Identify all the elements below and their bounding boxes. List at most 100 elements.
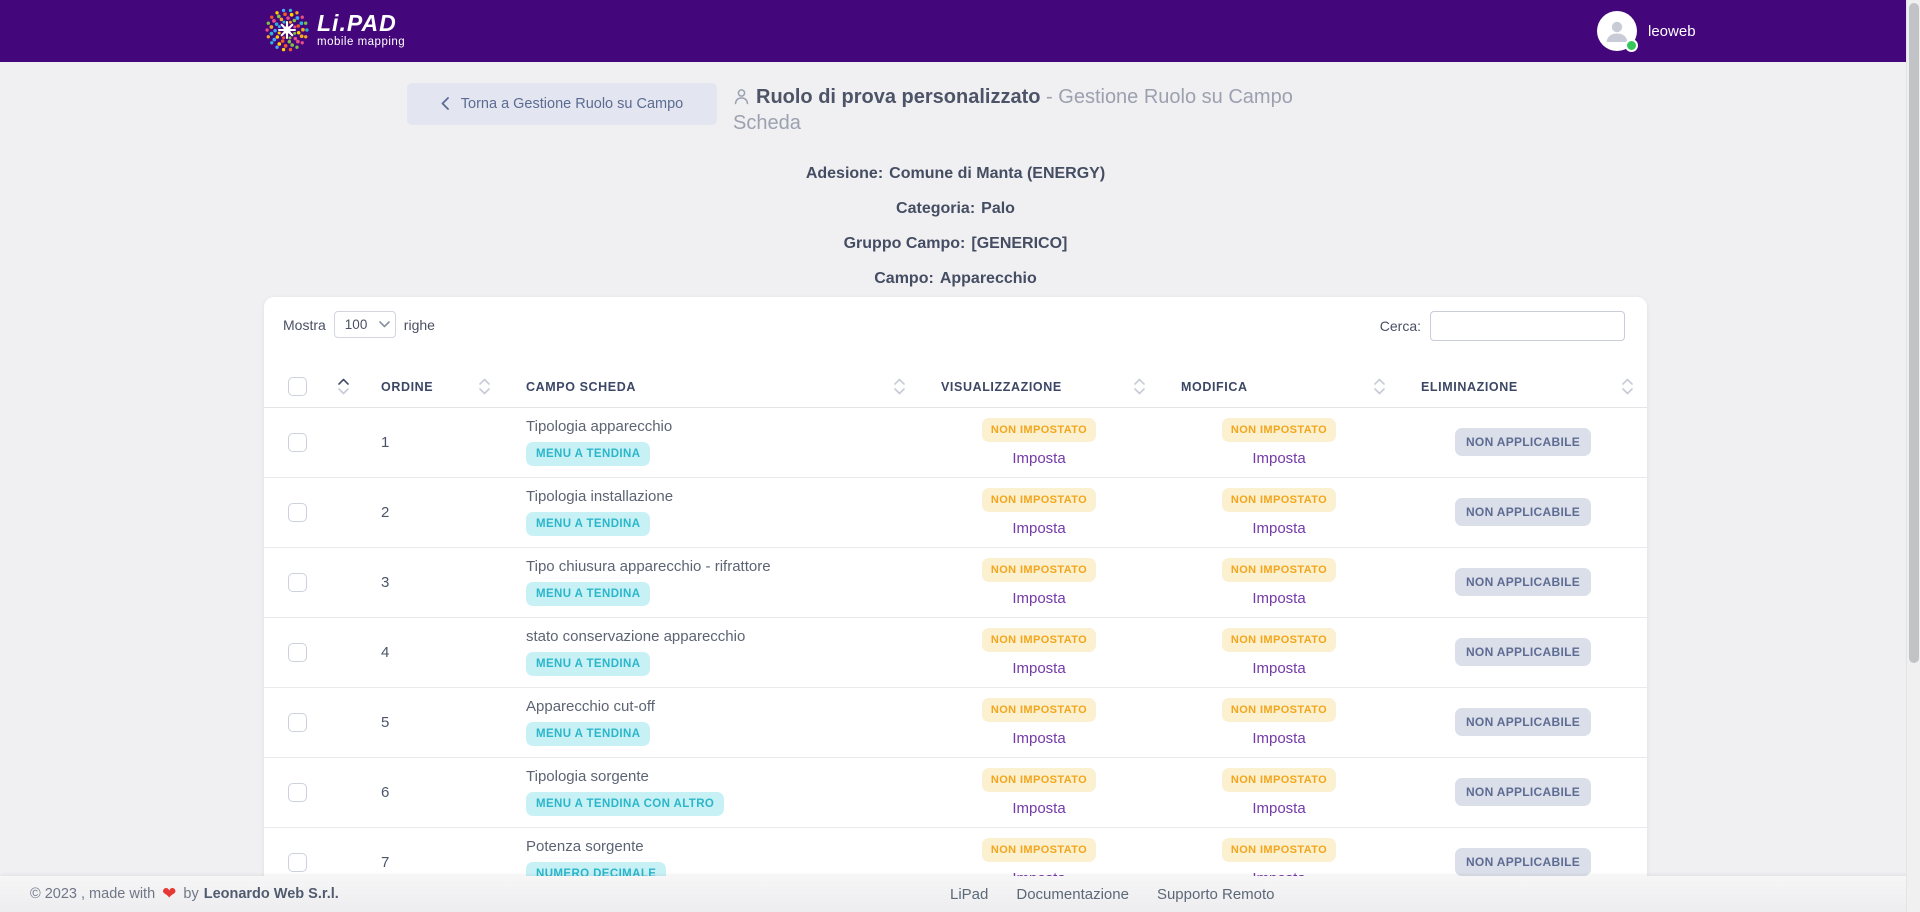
search-input[interactable]	[1430, 311, 1625, 341]
footer-links: LiPad Documentazione Supporto Remoto	[950, 876, 1275, 912]
header-modifica[interactable]: MODIFICA	[1159, 367, 1399, 407]
campo-scheda-cell: Tipologia installazione MENU A TENDINA	[504, 477, 919, 547]
campo-scheda-cell: Apparecchio cut-off MENU A TENDINA	[504, 687, 919, 757]
imposta-modifica-link[interactable]: Imposta	[1159, 800, 1399, 817]
header-visualizzazione[interactable]: VISUALIZZAZIONE	[919, 367, 1159, 407]
imposta-modifica-link[interactable]: Imposta	[1159, 520, 1399, 537]
imposta-visualizzazione-link[interactable]: Imposta	[919, 520, 1159, 537]
visualizzazione-cell: NON IMPOSTATO Imposta	[919, 757, 1159, 827]
row-checkbox[interactable]	[288, 573, 307, 592]
lipad-logo[interactable]: Li.PAD mobile mapping	[264, 7, 405, 53]
field-type-badge: MENU A TENDINA	[526, 442, 650, 466]
campo-scheda-name: Potenza sorgente	[526, 838, 919, 855]
back-button[interactable]: Torna a Gestione Ruolo su Campo	[407, 83, 717, 125]
sort-icons[interactable]	[1622, 378, 1633, 395]
eliminazione-cell: NON APPLICABILE	[1399, 407, 1647, 477]
ordine-cell: 5	[359, 687, 504, 757]
eliminazione-cell: NON APPLICABILE	[1399, 757, 1647, 827]
imposta-modifica-link[interactable]: Imposta	[1159, 450, 1399, 467]
header-eliminazione[interactable]: ELIMINAZIONE	[1399, 367, 1647, 407]
campo-scheda-name: Tipologia sorgente	[526, 768, 919, 785]
top-header: Li.PAD mobile mapping leoweb	[0, 0, 1906, 62]
visualizzazione-cell: NON IMPOSTATO Imposta	[919, 407, 1159, 477]
scrollbar-thumb[interactable]	[1909, 3, 1919, 663]
modifica-cell: NON IMPOSTATO Imposta	[1159, 617, 1399, 687]
company-name: Leonardo Web S.r.l.	[204, 886, 339, 902]
footer-link-documentazione[interactable]: Documentazione	[1016, 886, 1129, 903]
field-type-badge: MENU A TENDINA	[526, 722, 650, 746]
visualizzazione-status-badge: NON IMPOSTATO	[982, 768, 1096, 792]
imposta-modifica-link[interactable]: Imposta	[1159, 730, 1399, 747]
heart-icon: ❤	[162, 884, 176, 904]
header-campo-scheda[interactable]: CAMPO SCHEDA	[504, 367, 919, 407]
search-control: Cerca:	[1380, 311, 1625, 341]
row-checkbox[interactable]	[288, 433, 307, 452]
table-row: 4 stato conservazione apparecchio MENU A…	[264, 617, 1647, 687]
copyright: © 2023 , made with ❤ by Leonardo Web S.r…	[30, 876, 339, 912]
page-length-control: Mostra 100 righe	[283, 311, 435, 338]
user-menu[interactable]: leoweb	[1597, 11, 1696, 51]
row-checkbox[interactable]	[288, 713, 307, 732]
visualizzazione-cell: NON IMPOSTATO Imposta	[919, 687, 1159, 757]
page-length-select[interactable]: 100	[334, 311, 396, 338]
row-checkbox[interactable]	[288, 643, 307, 662]
footer-link-lipad[interactable]: LiPad	[950, 886, 988, 903]
field-type-badge: MENU A TENDINA	[526, 652, 650, 676]
visualizzazione-status-badge: NON IMPOSTATO	[982, 838, 1096, 862]
length-label-before: Mostra	[283, 317, 326, 333]
imposta-modifica-link[interactable]: Imposta	[1159, 590, 1399, 607]
modifica-cell: NON IMPOSTATO Imposta	[1159, 407, 1399, 477]
info-gruppo-campo: Gruppo Campo:[GENERICO]	[264, 226, 1647, 261]
sort-icons[interactable]	[894, 378, 905, 395]
modifica-status-badge: NON IMPOSTATO	[1222, 838, 1336, 862]
campo-scheda-name: Tipo chiusura apparecchio - rifrattore	[526, 558, 919, 575]
select-all-checkbox[interactable]	[288, 377, 307, 396]
table-row: 1 Tipologia apparecchio MENU A TENDINA N…	[264, 407, 1647, 477]
imposta-visualizzazione-link[interactable]: Imposta	[919, 450, 1159, 467]
eliminazione-cell: NON APPLICABILE	[1399, 687, 1647, 757]
table-controls: Mostra 100 righe Cerca:	[264, 311, 1647, 345]
campo-scheda-cell: Tipologia sorgente MENU A TENDINA CON AL…	[504, 757, 919, 827]
fields-table: ORDINE CAMPO SCHEDA VISUALIZZAZIONE	[264, 367, 1647, 898]
role-name: Ruolo di prova personalizzato	[756, 86, 1040, 108]
imposta-modifica-link[interactable]: Imposta	[1159, 660, 1399, 677]
info-campo: Campo:Apparecchio	[264, 261, 1647, 296]
table-body: 1 Tipologia apparecchio MENU A TENDINA N…	[264, 407, 1647, 897]
table-card: Mostra 100 righe Cerca:	[264, 297, 1647, 912]
eliminazione-status-badge: NON APPLICABILE	[1455, 498, 1591, 526]
imposta-visualizzazione-link[interactable]: Imposta	[919, 590, 1159, 607]
eliminazione-cell: NON APPLICABILE	[1399, 477, 1647, 547]
row-checkbox[interactable]	[288, 503, 307, 522]
modifica-status-badge: NON IMPOSTATO	[1222, 418, 1336, 442]
imposta-visualizzazione-link[interactable]: Imposta	[919, 800, 1159, 817]
modifica-cell: NON IMPOSTATO Imposta	[1159, 547, 1399, 617]
ordine-cell: 6	[359, 757, 504, 827]
eliminazione-status-badge: NON APPLICABILE	[1455, 708, 1591, 736]
sort-icons[interactable]	[1134, 378, 1145, 395]
sort-icons[interactable]	[479, 378, 490, 395]
campo-scheda-cell: Tipologia apparecchio MENU A TENDINA	[504, 407, 919, 477]
avatar	[1597, 11, 1637, 51]
sort-icons[interactable]	[338, 378, 349, 395]
sort-icons[interactable]	[1374, 378, 1385, 395]
modifica-cell: NON IMPOSTATO Imposta	[1159, 757, 1399, 827]
modifica-status-badge: NON IMPOSTATO	[1222, 558, 1336, 582]
eliminazione-status-badge: NON APPLICABILE	[1455, 778, 1591, 806]
campo-scheda-cell: Tipo chiusura apparecchio - rifrattore M…	[504, 547, 919, 617]
vertical-scrollbar[interactable]	[1906, 0, 1920, 912]
header-select-all[interactable]	[264, 367, 359, 407]
info-categoria: Categoria:Palo	[264, 191, 1647, 226]
modifica-status-badge: NON IMPOSTATO	[1222, 628, 1336, 652]
row-checkbox[interactable]	[288, 783, 307, 802]
eliminazione-status-badge: NON APPLICABILE	[1455, 638, 1591, 666]
table-header-row: ORDINE CAMPO SCHEDA VISUALIZZAZIONE	[264, 367, 1647, 407]
imposta-visualizzazione-link[interactable]: Imposta	[919, 660, 1159, 677]
row-checkbox[interactable]	[288, 853, 307, 872]
search-label: Cerca:	[1380, 318, 1421, 334]
imposta-visualizzazione-link[interactable]: Imposta	[919, 730, 1159, 747]
visualizzazione-cell: NON IMPOSTATO Imposta	[919, 547, 1159, 617]
eliminazione-cell: NON APPLICABILE	[1399, 617, 1647, 687]
footer-link-supporto-remoto[interactable]: Supporto Remoto	[1157, 886, 1275, 903]
header-ordine[interactable]: ORDINE	[359, 367, 504, 407]
visualizzazione-cell: NON IMPOSTATO Imposta	[919, 617, 1159, 687]
